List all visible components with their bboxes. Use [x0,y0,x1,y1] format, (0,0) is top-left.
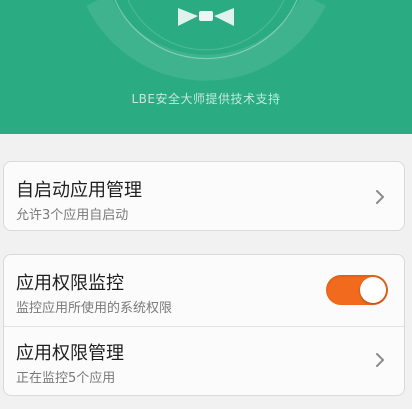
permission-manage-subtitle: 正在监控5个应用 [16,371,116,386]
chevron-right-icon [376,190,384,204]
permission-monitor-subtitle: 监控应用所使用的系统权限 [16,301,173,316]
autostart-row[interactable]: 自启动应用管理 允许3个应用自启动 [4,162,404,232]
permission-monitor-row: 应用权限监控 监控应用所使用的系统权限 [4,255,404,326]
chevron-right-icon [376,353,384,367]
permission-manage-row[interactable]: 应用权限管理 正在监控5个应用 [4,327,404,397]
banner-credit-text: LBE安全大师提供技术支持 [131,92,281,106]
permission-manage-title: 应用权限管理 [16,343,124,364]
autostart-subtitle: 允许3个应用自启动 [16,208,129,223]
autostart-card: 自启动应用管理 允许3个应用自启动 [3,161,405,231]
permission-monitor-toggle[interactable] [326,275,388,305]
shield-icon [86,0,326,81]
permission-monitor-title: 应用权限监控 [16,273,124,294]
security-banner: LBE安全大师提供技术支持 [0,0,412,134]
autostart-title: 自启动应用管理 [16,180,142,201]
toggle-knob [360,277,386,303]
permissions-card: 应用权限监控 监控应用所使用的系统权限 应用权限管理 正在监控5个应用 [3,254,405,396]
